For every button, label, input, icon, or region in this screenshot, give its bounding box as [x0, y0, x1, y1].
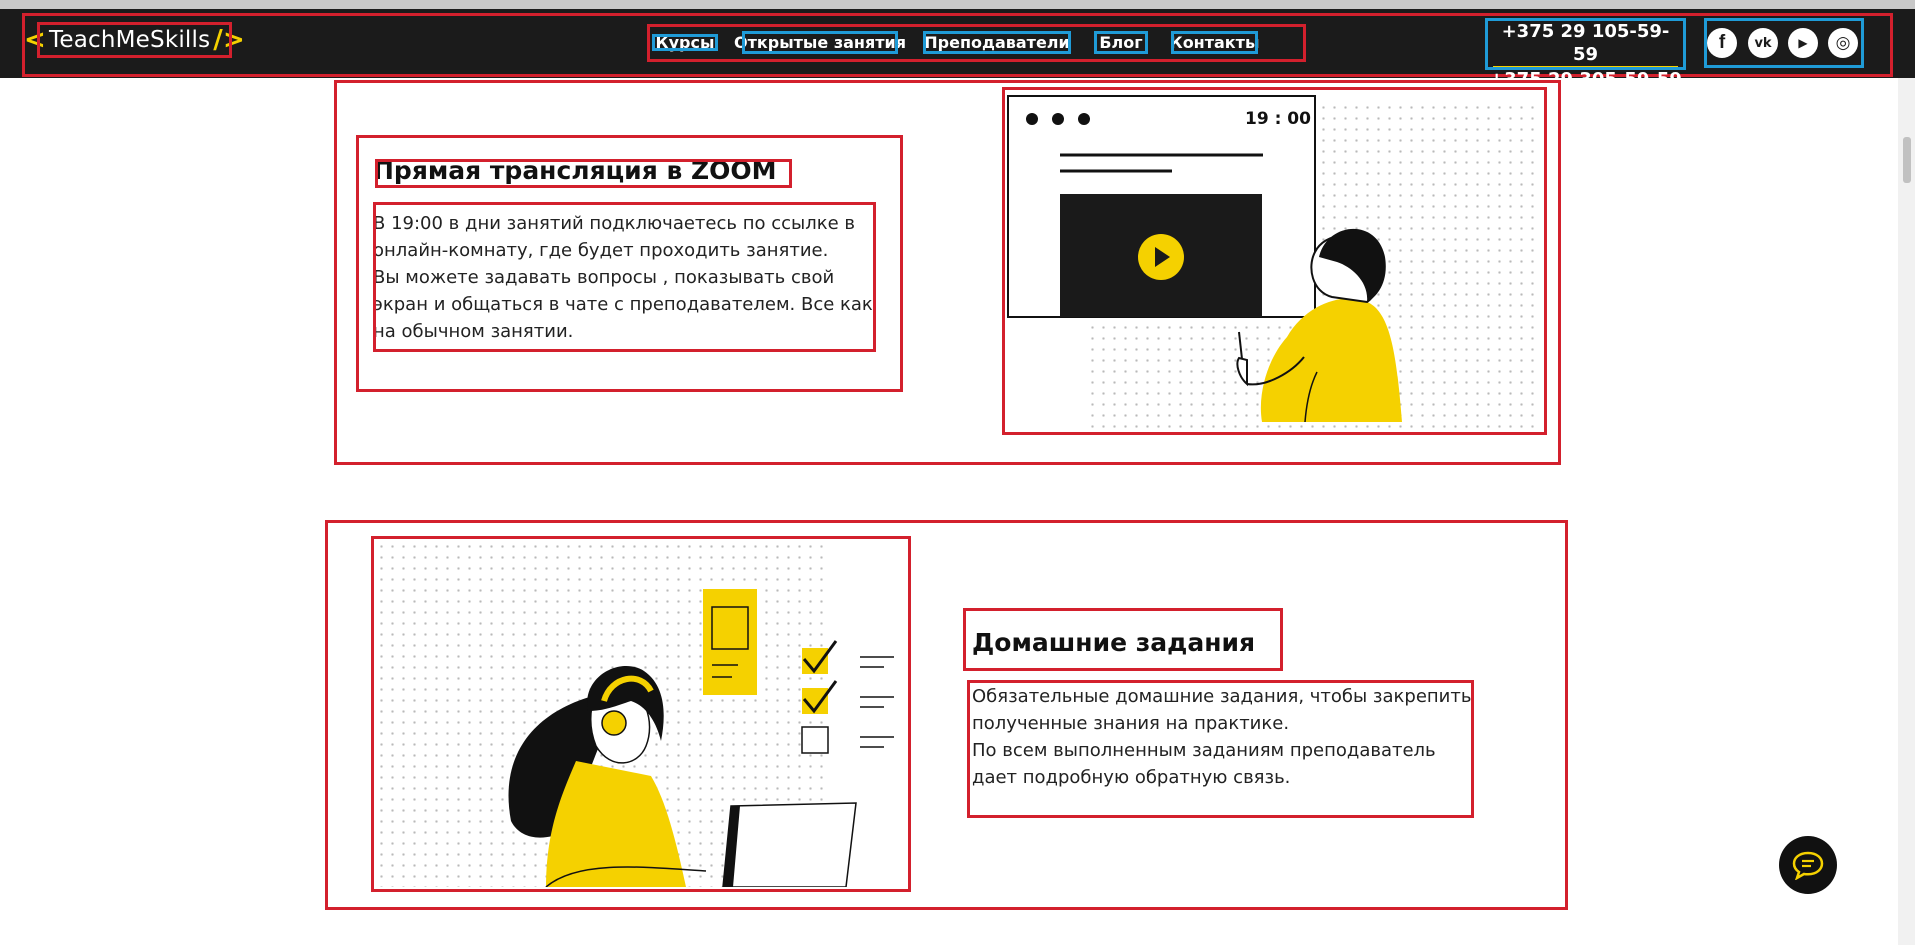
nav-contacts-outline — [1171, 31, 1258, 54]
page-scrollbar[interactable] — [1898, 78, 1915, 945]
homework-illustration-svg — [508, 589, 894, 887]
social-outline — [1704, 18, 1864, 68]
zoom-illustration: 19 : 00 — [1007, 92, 1542, 430]
nav-blog-outline — [1094, 31, 1148, 54]
illustration-time: 19 : 00 — [1245, 109, 1311, 129]
phones-outline — [1485, 18, 1686, 70]
chat-widget-button[interactable] — [1779, 836, 1837, 894]
nav-teachers-outline — [923, 31, 1071, 54]
nav-courses-outline — [652, 34, 718, 51]
browser-top-strip — [0, 0, 1915, 9]
nav-open-lessons-outline — [742, 31, 898, 54]
zoom-description-outline — [373, 202, 876, 352]
homework-title-outline — [963, 608, 1283, 671]
scrollbar-thumb[interactable] — [1903, 137, 1911, 183]
zoom-title-outline — [375, 159, 792, 188]
zoom-illustration-svg — [1007, 95, 1402, 423]
homework-description-outline — [967, 680, 1474, 818]
chat-bubble-icon — [1792, 851, 1824, 880]
homework-illustration — [376, 541, 906, 887]
logo-outline — [37, 22, 232, 58]
